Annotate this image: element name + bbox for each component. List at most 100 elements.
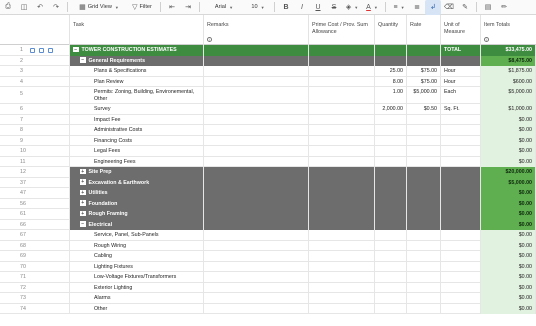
task-cell[interactable]: Cabling [70,251,204,262]
section-row[interactable]: 47 + Utilities $0.00 [0,188,536,199]
bold-icon[interactable]: B [278,0,294,15]
unit-cell[interactable] [441,209,481,220]
unit-cell[interactable] [441,219,481,230]
prime-cell[interactable] [309,167,375,178]
task-cell[interactable]: Permits: Zoning, Building, Environementa… [70,87,204,104]
table-row[interactable]: 67 Service, Panel, Sub-Panels $0.00 [0,230,536,241]
unit-cell[interactable]: Sq. Ft. [441,104,481,115]
task-cell[interactable]: + Foundation [70,198,204,209]
underline-icon[interactable]: U [310,0,326,15]
table-row[interactable]: 7 Impact Fee $0.00 [0,114,536,125]
unit-cell[interactable]: Each [441,87,481,104]
prime-cell[interactable] [309,135,375,146]
remarks-cell[interactable] [204,198,309,209]
font-size-select[interactable]: 10 ▼ [243,0,271,15]
unit-cell[interactable] [441,146,481,157]
qty-cell[interactable] [375,156,407,167]
task-cell[interactable]: Other [70,303,204,314]
total-cell[interactable]: $8,475.00 [481,55,536,66]
remarks-cell[interactable] [204,282,309,293]
outdent-icon[interactable]: ⇥ [180,0,196,15]
total-cell[interactable]: $0.00 [481,209,536,220]
rate-cell[interactable] [407,146,441,157]
total-cell[interactable]: $0.00 [481,156,536,167]
table-row[interactable]: 10 Legal Fees $0.00 [0,146,536,157]
unit-cell[interactable] [441,198,481,209]
expand-icon[interactable]: + [80,210,86,217]
rate-cell[interactable] [407,261,441,272]
prime-cell[interactable] [309,251,375,262]
prime-cell[interactable] [309,272,375,283]
rate-cell[interactable] [407,45,441,56]
prime-cell[interactable] [309,188,375,199]
table-row[interactable]: 4 Plan Review 8.00 $75.00 Hour $600.00 [0,76,536,87]
highlight-icon[interactable]: ✏ [496,0,512,15]
table-row[interactable]: 74 Other $0.00 [0,303,536,314]
task-cell[interactable]: Low-Voltage Fixtures/Transformers [70,272,204,283]
fill-color-icon[interactable]: ◈ ▼ [342,0,362,15]
task-cell[interactable]: Lighting Fixtures [70,261,204,272]
table-row[interactable]: 73 Alarms $0.00 [0,293,536,304]
qty-cell[interactable] [375,167,407,178]
section-row[interactable]: 61 + Rough Framing $0.00 [0,209,536,220]
unit-cell[interactable] [441,240,481,251]
section-row[interactable]: 56 + Foundation $0.00 [0,198,536,209]
qty-cell[interactable]: 8.00 [375,76,407,87]
remarks-cell[interactable] [204,251,309,262]
table-row[interactable]: 9 Financing Costs $0.00 [0,135,536,146]
rate-cell[interactable] [407,251,441,262]
task-cell[interactable]: Financing Costs [70,135,204,146]
unit-cell[interactable] [441,135,481,146]
task-cell[interactable]: Administrative Costs [70,125,204,136]
total-cell[interactable]: $0.00 [481,125,536,136]
remarks-cell[interactable] [204,240,309,251]
italic-icon[interactable]: I [294,0,310,15]
redo-icon[interactable]: ↷ [48,0,64,15]
column-header-rate[interactable]: Rate [407,15,441,45]
task-cell[interactable]: Exterior Lighting [70,282,204,293]
task-cell[interactable]: Legal Fees [70,146,204,157]
remarks-cell[interactable] [204,156,309,167]
rate-cell[interactable]: $75.00 [407,66,441,77]
unit-cell[interactable] [441,251,481,262]
prime-cell[interactable] [309,240,375,251]
prime-cell[interactable] [309,45,375,56]
prime-cell[interactable] [309,55,375,66]
save-icon[interactable]: ◫ [16,0,32,15]
info-icon[interactable]: i [207,37,212,42]
qty-cell[interactable] [375,282,407,293]
qty-cell[interactable] [375,240,407,251]
unit-cell[interactable] [441,167,481,178]
text-color-icon[interactable]: A ▼ [362,0,382,15]
table-row[interactable]: 71 Low-Voltage Fixtures/Transformers $0.00 [0,272,536,283]
total-cell[interactable]: $0.00 [481,272,536,283]
remarks-cell[interactable] [204,135,309,146]
remarks-cell[interactable] [204,55,309,66]
collapse-icon[interactable]: − [80,221,86,227]
remarks-cell[interactable] [204,261,309,272]
total-cell[interactable]: $0.00 [481,146,536,157]
comment-icon[interactable] [39,48,44,53]
prime-cell[interactable] [309,104,375,115]
info-icon[interactable]: i [484,37,489,42]
qty-cell[interactable] [375,125,407,136]
prime-cell[interactable] [309,156,375,167]
attachment-icon[interactable] [30,48,35,53]
remarks-cell[interactable] [204,219,309,230]
expand-icon[interactable]: + [80,189,86,196]
total-cell[interactable]: $0.00 [481,293,536,304]
unit-cell[interactable] [441,125,481,136]
remarks-cell[interactable] [204,188,309,199]
qty-cell[interactable] [375,230,407,241]
rate-cell[interactable] [407,293,441,304]
column-header-unit[interactable]: Unit of Measure [441,15,481,45]
total-cell[interactable]: $0.00 [481,198,536,209]
indent-icon[interactable]: ⇤ [164,0,180,15]
table-row[interactable]: 72 Exterior Lighting $0.00 [0,282,536,293]
remarks-cell[interactable] [204,114,309,125]
qty-cell[interactable] [375,114,407,125]
total-cell[interactable]: $1,000.00 [481,104,536,115]
qty-cell[interactable] [375,272,407,283]
total-cell[interactable]: $0.00 [481,303,536,314]
unit-cell[interactable] [441,114,481,125]
